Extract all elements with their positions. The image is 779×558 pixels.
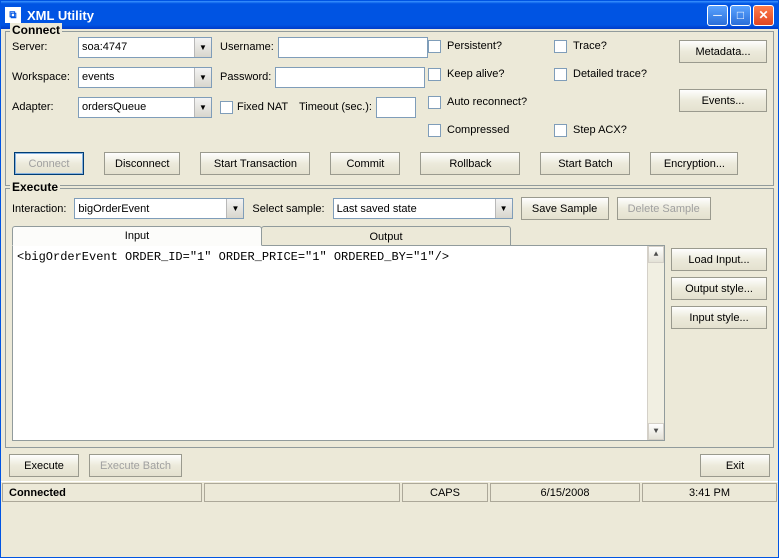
- execute-legend: Execute: [10, 180, 60, 194]
- status-connected: Connected: [2, 483, 202, 502]
- select-sample-label: Select sample:: [252, 203, 324, 215]
- execute-group: Execute Interaction: bigOrderEvent ▼ Sel…: [5, 188, 774, 448]
- chevron-down-icon: ▼: [194, 68, 211, 87]
- adapter-label: Adapter:: [12, 101, 74, 113]
- status-time: 3:41 PM: [642, 483, 777, 502]
- maximize-button[interactable]: □: [730, 5, 751, 26]
- tab-input[interactable]: Input: [12, 226, 262, 246]
- encryption-button[interactable]: Encryption...: [650, 152, 738, 175]
- start-batch-button[interactable]: Start Batch: [540, 152, 630, 175]
- compressed-checkbox[interactable]: [428, 124, 441, 137]
- window-title: XML Utility: [27, 8, 707, 23]
- app-icon: ⧉: [5, 7, 21, 23]
- persistent-label: Persistent?: [447, 40, 502, 52]
- adapter-combo[interactable]: ordersQueue ▼: [78, 97, 212, 118]
- trace-label: Trace?: [573, 40, 607, 52]
- password-input[interactable]: [275, 67, 425, 88]
- minimize-button[interactable]: ─: [707, 5, 728, 26]
- password-label: Password:: [220, 71, 271, 83]
- workspace-label: Workspace:: [12, 71, 74, 83]
- status-empty: [204, 483, 400, 502]
- username-input[interactable]: [278, 37, 428, 58]
- autoreconnect-checkbox[interactable]: [428, 96, 441, 109]
- interaction-label: Interaction:: [12, 203, 66, 215]
- execute-button[interactable]: Execute: [9, 454, 79, 477]
- disconnect-button[interactable]: Disconnect: [104, 152, 180, 175]
- xml-editor[interactable]: <bigOrderEvent ORDER_ID="1" ORDER_PRICE=…: [12, 245, 665, 441]
- step-acx-label: Step ACX?: [573, 124, 627, 136]
- commit-button[interactable]: Commit: [330, 152, 400, 175]
- window-controls: ─ □ ✕: [707, 5, 774, 26]
- interaction-value: bigOrderEvent: [78, 203, 149, 215]
- load-input-button[interactable]: Load Input...: [671, 248, 767, 271]
- metadata-button[interactable]: Metadata...: [679, 40, 767, 63]
- keepalive-checkbox[interactable]: [428, 68, 441, 81]
- scroll-up-icon[interactable]: ▲: [648, 246, 664, 263]
- exit-button[interactable]: Exit: [700, 454, 770, 477]
- workspace-combo[interactable]: events ▼: [78, 67, 212, 88]
- trace-checkbox[interactable]: [554, 40, 567, 53]
- detailed-trace-label: Detailed trace?: [573, 68, 647, 80]
- scroll-track[interactable]: [648, 263, 664, 423]
- username-label: Username:: [220, 41, 274, 53]
- select-sample-value: Last saved state: [337, 203, 417, 215]
- status-bar: Connected CAPS 6/15/2008 3:41 PM: [1, 481, 778, 503]
- select-sample-combo[interactable]: Last saved state ▼: [333, 198, 513, 219]
- status-date: 6/15/2008: [490, 483, 640, 502]
- start-transaction-button[interactable]: Start Transaction: [200, 152, 310, 175]
- connect-button[interactable]: Connect: [14, 152, 84, 175]
- close-button[interactable]: ✕: [753, 5, 774, 26]
- chevron-down-icon: ▼: [194, 98, 211, 117]
- execute-batch-button: Execute Batch: [89, 454, 182, 477]
- chevron-down-icon: ▼: [226, 199, 243, 218]
- chevron-down-icon: ▼: [194, 38, 211, 57]
- title-bar: ⧉ XML Utility ─ □ ✕: [1, 1, 778, 29]
- editor-content: <bigOrderEvent ORDER_ID="1" ORDER_PRICE=…: [17, 250, 449, 264]
- persistent-checkbox[interactable]: [428, 40, 441, 53]
- fixed-nat-label: Fixed NAT: [237, 101, 295, 113]
- chevron-down-icon: ▼: [495, 199, 512, 218]
- interaction-combo[interactable]: bigOrderEvent ▼: [74, 198, 244, 219]
- fixed-nat-checkbox[interactable]: [220, 101, 233, 114]
- input-style-button[interactable]: Input style...: [671, 306, 767, 329]
- vertical-scrollbar[interactable]: ▲ ▼: [647, 246, 664, 440]
- output-style-button[interactable]: Output style...: [671, 277, 767, 300]
- timeout-label: Timeout (sec.):: [299, 101, 372, 113]
- scroll-down-icon[interactable]: ▼: [648, 423, 664, 440]
- rollback-button[interactable]: Rollback: [420, 152, 520, 175]
- keepalive-label: Keep alive?: [447, 68, 505, 80]
- server-combo[interactable]: soa:4747 ▼: [78, 37, 212, 58]
- delete-sample-button: Delete Sample: [617, 197, 711, 220]
- compressed-label: Compressed: [447, 124, 509, 136]
- adapter-value: ordersQueue: [82, 101, 146, 113]
- events-button[interactable]: Events...: [679, 89, 767, 112]
- server-value: soa:4747: [82, 41, 127, 53]
- server-label: Server:: [12, 41, 74, 53]
- save-sample-button[interactable]: Save Sample: [521, 197, 609, 220]
- autoreconnect-label: Auto reconnect?: [447, 96, 527, 108]
- status-caps: CAPS: [402, 483, 488, 502]
- step-acx-checkbox[interactable]: [554, 124, 567, 137]
- connect-group: Connect Server: soa:4747 ▼ Workspace: ev…: [5, 31, 774, 186]
- detailed-trace-checkbox[interactable]: [554, 68, 567, 81]
- workspace-value: events: [82, 71, 114, 83]
- tab-output[interactable]: Output: [261, 226, 511, 246]
- timeout-input[interactable]: [376, 97, 416, 118]
- connect-legend: Connect: [10, 23, 62, 37]
